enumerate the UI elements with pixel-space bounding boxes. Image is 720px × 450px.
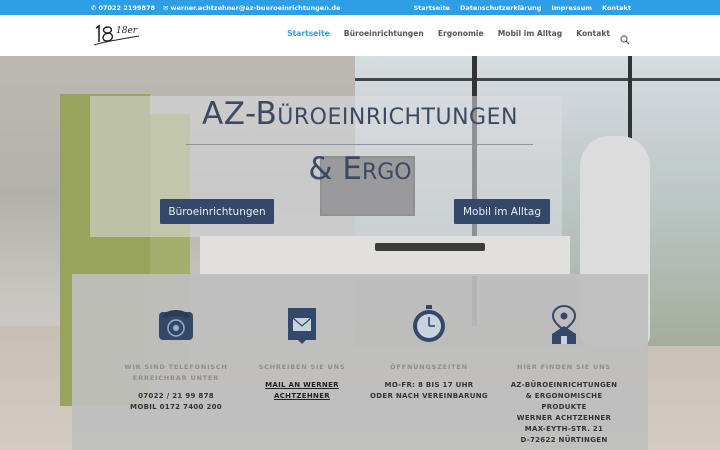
location-column: HIER FINDEN SIE UNS AZ-BÜROEINRICHTUNGEN… (502, 304, 626, 446)
mail-caption: SCHREIBEN SIE UNS (258, 363, 346, 371)
logo-graphic: 18er (93, 24, 140, 46)
phone-column: WIR SIND TELEFONISCH ERREICHBAR UNTER 07… (114, 304, 238, 413)
topbar-link-impressum[interactable]: Impressum (551, 4, 592, 12)
nav-startseite[interactable]: Startseite (287, 29, 330, 38)
hours-line1: MO-FR: 8 BIS 17 UHR (384, 381, 474, 389)
topbar-link-kontakt[interactable]: Kontakt (602, 4, 631, 12)
hours-line2: ODER NACH VEREINBARUNG (370, 392, 488, 400)
top-bar: ✆ 07022 2199878 ✉ werner.achtzehner@az-b… (0, 0, 720, 15)
hero-title-divider (186, 144, 533, 145)
mail-link[interactable]: MAIL AN WERNER ACHTZEHNER (240, 380, 364, 402)
mobile-number: MOBIL 0172 7400 200 (130, 403, 222, 411)
topbar-phone[interactable]: ✆ 07022 2199878 (91, 4, 155, 12)
hero-title-line1: AZ-Büroeinrichtungen (202, 96, 518, 132)
search-icon[interactable] (620, 30, 630, 45)
topbar-email[interactable]: ✉ werner.achtzehner@az-bueroeinrichtunge… (163, 4, 340, 12)
phone-number: 07022 / 21 99 878 (138, 392, 214, 400)
main-header: 18er Startseite Büroeinrichtungen Ergono… (0, 15, 720, 56)
nav-ergonomie[interactable]: Ergonomie (438, 29, 484, 38)
envelope-icon (282, 304, 322, 344)
mail-column: SCHREIBEN SIE UNS MAIL AN WERNER ACHTZEH… (240, 304, 364, 402)
address-street: MAX-EYTH-STR. 21 (524, 425, 604, 433)
logo-text: 18er (116, 26, 138, 36)
address-products: & ERGONOMISCHE PRODUKTE (525, 392, 603, 411)
location-pin-icon (544, 304, 584, 344)
nav-kontakt[interactable]: Kontakt (576, 29, 610, 38)
topbar-link-startseite[interactable]: Startseite (413, 4, 450, 12)
nav-mobil-im-alltag[interactable]: Mobil im Alltag (498, 29, 563, 38)
stopwatch-icon (409, 304, 449, 344)
hours-caption: ÖFFNUNGSZEITEN (390, 363, 468, 371)
topbar-link-datenschutz[interactable]: Datenschutzerklärung (460, 4, 541, 12)
main-nav: Startseite Büroeinrichtungen Ergonomie M… (287, 29, 610, 38)
location-caption: HIER FINDEN SIE UNS (517, 363, 611, 371)
hero-section: AZ-Büroeinrichtungen & Ergo Büroeinricht… (0, 56, 720, 450)
office-keyboard (375, 243, 485, 251)
address-city: D-72622 NÜRTINGEN (520, 436, 608, 444)
contact-info-panel: WIR SIND TELEFONISCH ERREICHBAR UNTER 07… (72, 274, 648, 450)
telephone-icon (156, 304, 196, 344)
phone-icon: ✆ (91, 4, 97, 12)
bueroeinrichtungen-button[interactable]: Büroeinrichtungen (160, 199, 274, 224)
office-desk (200, 236, 570, 276)
topbar-email-text: werner.achtzehner@az-bueroeinrichtungen.… (170, 4, 341, 12)
topbar-phone-text: 07022 2199878 (98, 4, 155, 12)
mobil-im-alltag-button[interactable]: Mobil im Alltag (454, 199, 550, 224)
hero-title-line2: & Ergo (308, 151, 412, 187)
nav-bueroeinrichtungen[interactable]: Büroeinrichtungen (344, 29, 424, 38)
site-logo[interactable]: 18er (92, 22, 142, 48)
window-frame (355, 78, 720, 81)
hours-column: ÖFFNUNGSZEITEN MO-FR: 8 BIS 17 UHR ODER … (367, 304, 491, 402)
mail-icon: ✉ (163, 4, 169, 12)
phone-caption: WIR SIND TELEFONISCH ERREICHBAR UNTER (124, 363, 228, 382)
address-name: WERNER ACHTZEHNER (516, 414, 612, 422)
address-company: AZ-BÜROEINRICHTUNGEN (510, 381, 618, 389)
